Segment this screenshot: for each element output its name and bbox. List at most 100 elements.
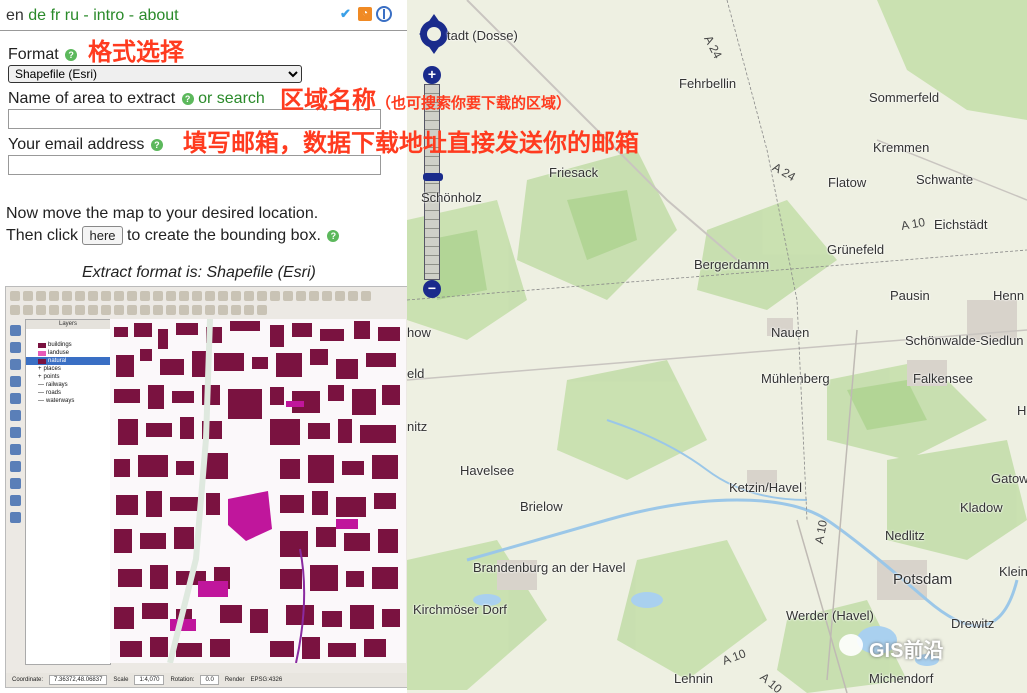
- tool-icon: [23, 291, 33, 301]
- annotation-area-text: 区域名称: [280, 86, 376, 114]
- layer-name: places: [43, 366, 61, 372]
- map-place: Brielow: [520, 499, 563, 514]
- layer-name: buildings: [48, 342, 72, 348]
- compass-icon[interactable]: [376, 6, 392, 22]
- tool-icon: [283, 291, 293, 301]
- here-button[interactable]: here: [82, 226, 123, 245]
- instruction-line-2: Then click here to create the bounding b…: [6, 226, 340, 245]
- social-icons: ✔ ◔: [340, 6, 392, 22]
- tool-icon: [244, 291, 254, 301]
- layer-row: + places: [38, 366, 61, 372]
- lang-de[interactable]: de: [28, 7, 46, 24]
- coordinate-label: Coordinate:: [12, 677, 44, 683]
- tool-icon: [231, 305, 241, 315]
- tool-icon: [10, 305, 20, 315]
- tool-icon: [205, 291, 215, 301]
- layer-row: — railways: [38, 382, 68, 388]
- tool-icon: [153, 305, 163, 315]
- lang-fr[interactable]: fr: [51, 7, 61, 24]
- tool-icon: [49, 291, 59, 301]
- qgis-toolbar: [6, 289, 407, 303]
- tool-icon: [62, 291, 72, 301]
- twitter-icon[interactable]: ✔: [340, 7, 354, 21]
- map-place: Flatow: [828, 175, 867, 190]
- map-place: Brandenburg an der Havel: [473, 560, 626, 575]
- map-place: Bergerdamm: [694, 257, 770, 272]
- tool-icon: [127, 291, 137, 301]
- pan-control[interactable]: [417, 8, 451, 60]
- tool-icon: [127, 305, 137, 315]
- search-link[interactable]: or search: [198, 90, 265, 107]
- tool-icon: [9, 512, 21, 523]
- format-select[interactable]: Shapefile (Esri): [8, 65, 302, 83]
- map-place: Schwante: [916, 172, 974, 187]
- layer-row: — roads: [38, 390, 62, 396]
- pan-arrows-icon[interactable]: [417, 8, 451, 60]
- rss-icon[interactable]: ◔: [358, 7, 372, 21]
- tool-icon: [218, 291, 228, 301]
- rotation-value: 0.0: [200, 675, 219, 685]
- zoom-out-button[interactable]: −: [423, 280, 441, 298]
- help-icon[interactable]: ?: [181, 92, 194, 105]
- tool-icon: [140, 291, 150, 301]
- email-input[interactable]: [8, 155, 381, 175]
- map-place: nitz: [407, 419, 428, 434]
- layers-title: Layers: [26, 320, 110, 329]
- help-icon[interactable]: ?: [327, 229, 340, 242]
- tool-icon: [114, 291, 124, 301]
- tool-icon: [9, 410, 21, 421]
- map-place: Schönholz: [421, 190, 482, 205]
- tool-icon: [153, 291, 163, 301]
- qgis-side-toolbar: [6, 321, 24, 665]
- instruction-text: to create the bounding box.: [126, 227, 321, 244]
- qgis-status-bar: Coordinate: 7.36372,48.06837 Scale 1:4,0…: [6, 673, 407, 687]
- map-place: Gatow: [991, 471, 1027, 486]
- map-place: Falkensee: [913, 371, 973, 386]
- extract-format-text: Extract format is: Shapefile (Esri): [82, 264, 316, 281]
- divider: [0, 30, 407, 31]
- crs-label: EPSG:4326: [250, 677, 283, 683]
- tool-icon: [296, 291, 306, 301]
- tool-icon: [9, 342, 21, 353]
- help-icon[interactable]: ?: [65, 48, 78, 61]
- watermark: GIS前沿: [869, 640, 944, 662]
- annotation-area-sub: （也可搜索你要下载的区域）: [376, 94, 572, 112]
- tool-icon: [23, 305, 33, 315]
- map-place: Klein: [999, 564, 1027, 579]
- qgis-toolbar: [6, 303, 407, 317]
- intro-link[interactable]: intro: [93, 7, 124, 24]
- format-label: Format ?: [8, 46, 78, 64]
- map-place: Lehnin: [674, 671, 714, 686]
- instruction-line-1: Now move the map to your desired locatio…: [6, 205, 319, 222]
- map-place: Henn: [993, 288, 1025, 303]
- map-place: H: [1017, 403, 1027, 418]
- tool-icon: [361, 291, 371, 301]
- map-place: Grünefeld: [827, 242, 885, 257]
- tool-icon: [192, 291, 202, 301]
- area-label-text: Name of area to extract: [8, 90, 176, 107]
- help-icon[interactable]: ?: [150, 138, 163, 151]
- layer-row: natural: [26, 357, 110, 365]
- tool-icon: [75, 291, 85, 301]
- lang-ru[interactable]: ru: [65, 7, 79, 24]
- layer-row: + points: [38, 374, 60, 380]
- zoom-slider-handle[interactable]: [423, 173, 443, 181]
- layer-name: points: [43, 374, 60, 380]
- map-place: how: [407, 325, 431, 340]
- tool-icon: [101, 305, 111, 315]
- tool-icon: [49, 305, 59, 315]
- layer-name: waterways: [46, 398, 75, 404]
- tool-icon: [36, 291, 46, 301]
- about-link[interactable]: about: [139, 7, 179, 24]
- tool-icon: [10, 291, 20, 301]
- layer-row: landuse: [26, 349, 110, 357]
- map-place: Schönwalde-Siedlun: [905, 333, 1024, 348]
- tool-icon: [218, 305, 228, 315]
- map-place: Nedlitz: [885, 528, 925, 543]
- tool-icon: [9, 393, 21, 404]
- tool-icon: [166, 305, 176, 315]
- rotation-label: Rotation:: [170, 677, 195, 683]
- buildings-render: [110, 319, 406, 663]
- tool-icon: [36, 305, 46, 315]
- tool-icon: [9, 461, 21, 472]
